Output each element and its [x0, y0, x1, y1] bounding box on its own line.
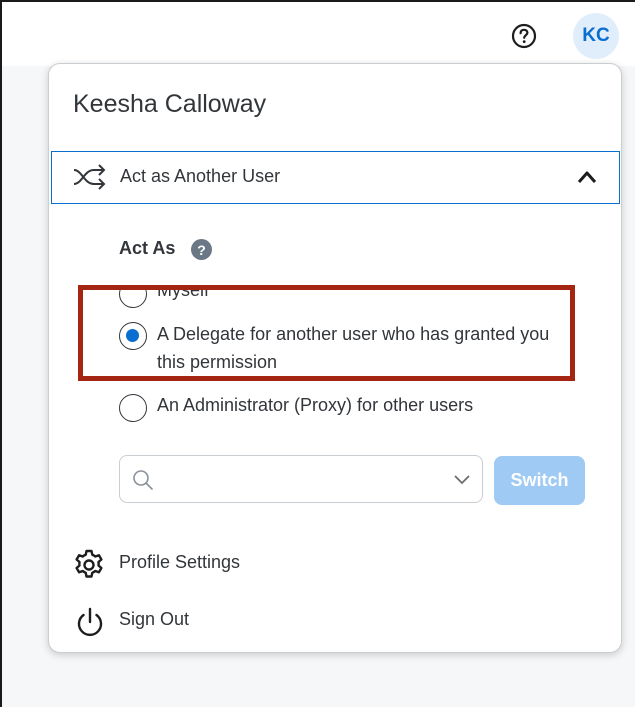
chevron-up-icon[interactable]	[576, 168, 598, 186]
switch-button[interactable]: Switch	[494, 456, 585, 505]
profile-settings-label: Profile Settings	[119, 552, 241, 572]
avatar[interactable]: KC	[573, 13, 619, 59]
search-icon	[133, 470, 153, 490]
power-icon	[77, 607, 103, 637]
radio-administrator[interactable]	[119, 394, 147, 422]
help-info-icon[interactable]: ?	[191, 239, 212, 260]
top-bar	[2, 2, 635, 66]
sign-out-label: Sign Out	[119, 609, 190, 629]
annotation-highlight-box	[78, 285, 575, 381]
act-as-another-user-label: Act as Another User	[120, 166, 281, 186]
act-as-title: Act As	[119, 238, 176, 258]
radio-label-administrator: An Administrator (Proxy) for other users	[157, 395, 474, 415]
user-name: Keesha Calloway	[73, 90, 267, 118]
shuffle-icon	[73, 164, 106, 190]
user-search-combobox[interactable]	[119, 455, 483, 503]
gear-icon	[75, 549, 103, 578]
question-circle-icon[interactable]	[511, 23, 537, 49]
chevron-down-icon[interactable]	[453, 472, 471, 486]
act-as-another-user-toggle[interactable]: Act as Another User	[51, 151, 620, 204]
